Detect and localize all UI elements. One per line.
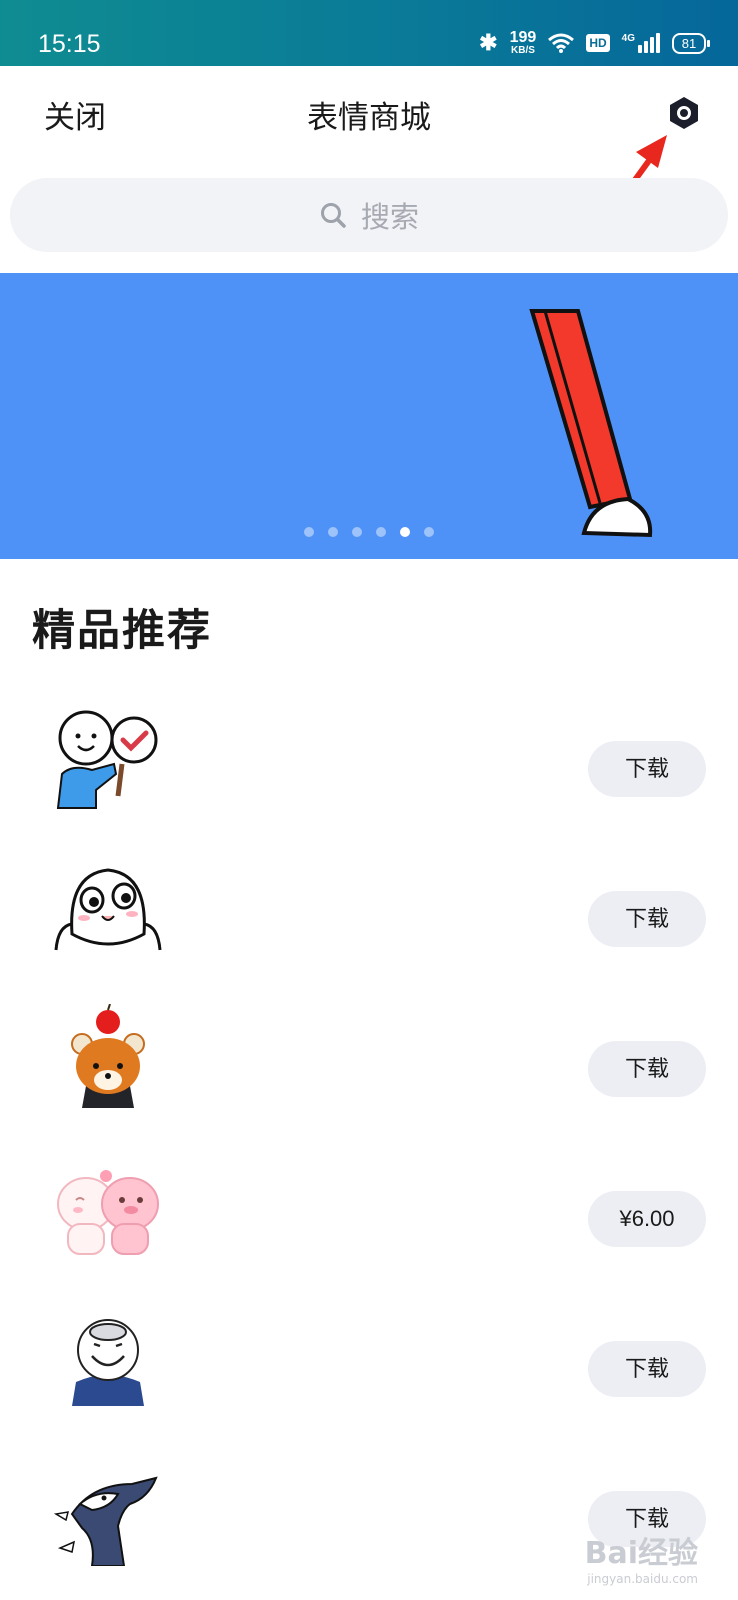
carousel-dot[interactable] <box>376 527 386 537</box>
battery-indicator: 81 <box>672 32 710 54</box>
wifi-icon <box>548 33 575 53</box>
cell-signal-icon: 4G <box>622 33 660 53</box>
network-speed-unit: KB/S <box>511 45 535 56</box>
list-item[interactable]: ¥6.00 <box>0 1130 738 1280</box>
status-bar: 15:15 ✱ 199 KB/S HD 4G 81 <box>0 0 738 66</box>
carousel-dot[interactable] <box>328 527 338 537</box>
price-button[interactable]: ¥6.00 <box>588 1191 706 1247</box>
network-speed: 199 KB/S <box>510 30 537 56</box>
carousel-dot[interactable] <box>424 527 434 537</box>
network-speed-value: 199 <box>509 29 537 46</box>
thumbs-check-sign-sticker-icon <box>56 710 158 809</box>
status-time: 15:15 <box>38 30 101 58</box>
hd-badge: HD <box>586 34 610 52</box>
red-panda-apple-sticker-icon <box>71 1004 145 1108</box>
list-item[interactable]: 下载 <box>0 980 738 1130</box>
list-item[interactable]: 下载 <box>0 1280 738 1430</box>
banner-illustration <box>529 309 653 538</box>
status-icons: ✱ 199 KB/S HD 4G 81 <box>479 30 710 56</box>
network-type: 4G <box>621 33 635 44</box>
carousel-dot[interactable] <box>304 527 314 537</box>
list-item[interactable]: 下载 <box>0 830 738 980</box>
pink-pigs-sticker-icon <box>57 1170 159 1255</box>
laughing-face-sticker-icon <box>72 1314 144 1406</box>
watermark-subtext: jingyan.baidu.com <box>587 1572 698 1586</box>
list-item[interactable]: 下载 <box>0 680 738 830</box>
watermark-text: Bai经验 <box>584 1536 698 1571</box>
carousel-dots <box>0 527 738 537</box>
sticker-list: 下载 下载 下载 ¥6.00 下载 下载 <box>0 680 738 1580</box>
search-input[interactable]: 搜索 <box>10 178 728 252</box>
dragon-sticker-icon <box>53 1476 158 1566</box>
section-title: 精品推荐 <box>32 606 212 656</box>
download-button[interactable]: 下载 <box>588 891 706 947</box>
bluetooth-icon: ✱ <box>479 30 498 55</box>
header: 关闭 表情商城 <box>0 66 738 166</box>
promo-banner[interactable] <box>0 273 738 559</box>
page-title: 表情商城 <box>307 100 431 136</box>
carousel-dot-active[interactable] <box>400 527 410 537</box>
carousel-dot[interactable] <box>352 527 362 537</box>
download-button[interactable]: 下载 <box>588 741 706 797</box>
search-placeholder: 搜索 <box>360 200 419 234</box>
settings-icon[interactable] <box>667 96 701 130</box>
white-ghost-sticker-icon <box>54 868 162 951</box>
watermark: Bai经验 jingyan.baidu.com <box>585 1528 698 1586</box>
search-icon <box>320 203 346 228</box>
download-button[interactable]: 下载 <box>588 1341 706 1397</box>
download-button[interactable]: 下载 <box>588 1041 706 1097</box>
